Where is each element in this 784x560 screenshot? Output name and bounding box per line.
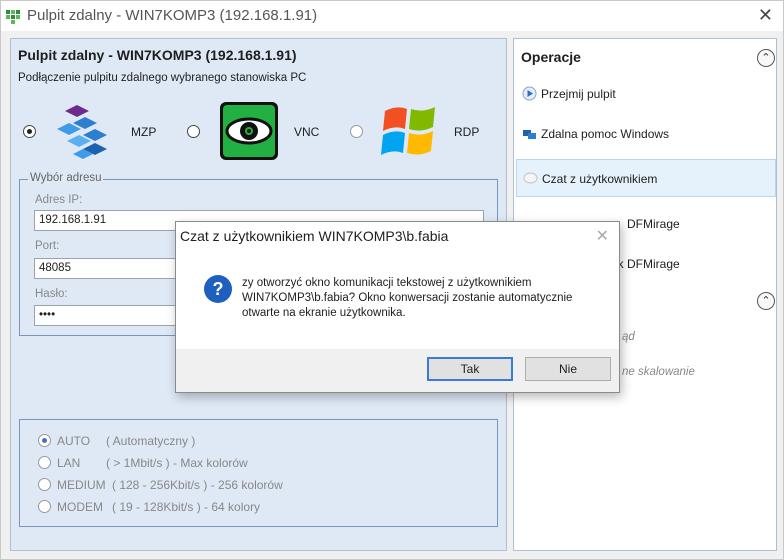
speed-modem-desc: ( 19 - 128Kbit/s ) - 64 kolory (112, 500, 261, 514)
mzp-logo-icon (57, 105, 107, 159)
op-chat-with-user[interactable]: Czat z użytkownikiem (516, 159, 776, 197)
protocol-mzp-radio[interactable] (23, 125, 36, 138)
op-dfmirage-driver-label: ik DFMirage (615, 257, 680, 271)
speed-auto-name: AUTO (57, 434, 91, 448)
app-logo-icon (6, 10, 20, 24)
dialog-title: Czat z użytkownikiem WIN7KOMP3\b.fabia (180, 228, 449, 244)
speed-auto-desc: ( Automatyczny ) (106, 434, 196, 448)
op-take-desktop-label: Przejmij pulpit (541, 87, 616, 101)
dialog-message: zy otworzyć okno komunikacji tekstowej z… (242, 277, 573, 319)
chat-bubble-icon (523, 172, 538, 184)
windows-logo-icon (381, 107, 435, 155)
speed-lan-desc: ( > 1Mbit/s ) - Max kolorów (106, 456, 248, 470)
password-label: Hasło: (35, 288, 68, 300)
collapse-options-button[interactable]: ⌃ (757, 292, 775, 310)
dialog-close-button[interactable]: ✕ (596, 226, 609, 246)
panel-title: Pulpit zdalny - WIN7KOMP3 (192.168.1.91) (18, 47, 297, 63)
yes-button[interactable]: Tak (427, 357, 513, 381)
title-bar: Pulpit zdalny - WIN7KOMP3 (192.168.1.91)… (1, 1, 783, 31)
question-icon: ? (204, 275, 232, 303)
svg-text:?: ? (213, 279, 224, 299)
ip-label: Adres IP: (35, 194, 83, 206)
dialog-footer: Tak Nie (176, 349, 619, 392)
connection-speed-group: AUTO ( Automatyczny ) LAN ( > 1Mbit/s ) … (19, 419, 498, 527)
collapse-operations-button[interactable]: ⌃ (757, 49, 775, 67)
protocol-mzp-label: MZP (131, 125, 157, 139)
op-remote-assistance-label: Zdalna pomoc Windows (541, 127, 670, 141)
protocol-rdp-radio[interactable] (350, 125, 363, 138)
op-remote-assistance[interactable]: Zdalna pomoc Windows (516, 115, 776, 153)
chat-confirm-dialog: Czat z użytkownikiem WIN7KOMP3\b.fabia ✕… (175, 221, 620, 393)
main-window: Pulpit zdalny - WIN7KOMP3 (192.168.1.91)… (0, 0, 784, 560)
op-dfmirage-test-label: DFMirage (627, 217, 680, 231)
operations-title: Operacje (521, 49, 581, 65)
option-fragment-2[interactable]: ne skalowanie (622, 366, 695, 378)
window-title: Pulpit zdalny - WIN7KOMP3 (192.168.1.91) (27, 7, 318, 24)
window-close-button[interactable]: ✕ (758, 5, 773, 26)
vnc-eye-icon (220, 102, 278, 160)
no-button[interactable]: Nie (525, 357, 611, 381)
address-group-legend: Wybór adresu (28, 172, 104, 184)
remote-assistance-icon (523, 130, 536, 139)
speed-medium-radio[interactable] (38, 478, 51, 491)
speed-medium-desc: ( 128 - 256Kbit/s ) - 256 kolorów (112, 478, 283, 492)
protocol-rdp-label: RDP (454, 125, 480, 139)
speed-modem-radio[interactable] (38, 500, 51, 513)
speed-lan-radio[interactable] (38, 456, 51, 469)
speed-auto-radio[interactable] (38, 434, 51, 447)
option-fragment-1[interactable]: ąd (622, 331, 635, 343)
play-icon (522, 86, 537, 101)
speed-modem-name: MODEM (57, 500, 103, 514)
protocol-vnc-radio[interactable] (187, 125, 200, 138)
protocol-vnc-label: VNC (294, 125, 320, 139)
port-label: Port: (35, 240, 60, 252)
panel-subtitle: Podłączenie pulpitu zdalnego wybranego s… (18, 72, 307, 84)
op-take-desktop[interactable]: Przejmij pulpit (516, 75, 776, 113)
speed-medium-name: MEDIUM (57, 478, 106, 492)
speed-lan-name: LAN (57, 456, 81, 470)
op-chat-with-user-label: Czat z użytkownikiem (542, 172, 658, 186)
